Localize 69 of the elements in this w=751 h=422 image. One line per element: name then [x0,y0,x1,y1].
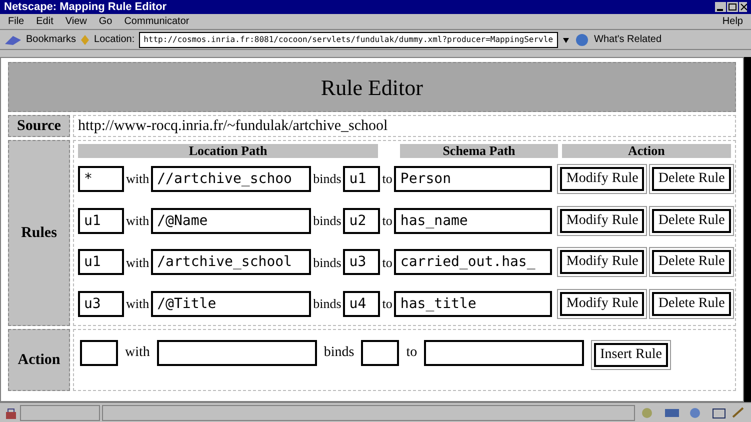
variable-field[interactable] [80,340,118,366]
modify-rule-button[interactable]: Modify Rule [560,250,644,274]
binding-field[interactable]: u1 [343,166,380,192]
field-label: to [381,254,394,272]
field-label: with [125,170,150,188]
modify-rule-button[interactable]: Modify Rule [560,166,644,191]
menu-item[interactable]: File [8,14,24,29]
path-field[interactable] [156,340,317,366]
schema-field[interactable]: has_name [394,208,552,234]
menu-item[interactable]: Go [98,14,112,29]
path-field[interactable]: /@Name [151,208,312,234]
minimize-icon[interactable] [715,2,726,12]
page-title: Rule Editor [320,74,423,102]
binding-field[interactable] [361,340,400,366]
variable-field[interactable]: * [78,166,124,192]
field-label: binds [312,295,342,314]
field-label: binds [322,344,356,362]
binding-field[interactable]: u2 [343,208,380,234]
delete-rule-button[interactable]: Delete Rule [652,292,731,316]
modify-rule-button[interactable]: Modify Rule [560,208,644,233]
lock-icon[interactable] [4,406,18,420]
menu-item[interactable]: View [65,14,87,29]
url-field[interactable]: http://cosmos.inria.fr:8081/cocoon/servlets/fundulak/dummy.xml?producer=MappingServle [138,32,558,48]
field-label: with [124,344,151,362]
column-header: Location Path [78,144,378,158]
insert-rule-button[interactable]: Insert Rule [594,343,668,367]
variable-field[interactable]: u1 [78,208,124,234]
menu-item[interactable]: Edit [36,14,54,29]
menu-item[interactable]: Communicator [124,14,190,29]
field-label: to [381,212,394,230]
delete-rule-button[interactable]: Delete Rule [652,166,731,191]
field-label: binds [312,254,342,272]
binding-field[interactable]: u4 [343,291,380,318]
delete-rule-button[interactable]: Delete Rule [652,208,731,233]
field-label: to [381,295,394,314]
location-icon [80,34,90,46]
variable-field[interactable]: u3 [78,291,124,318]
action-label: Action [18,350,60,370]
schema-field[interactable] [424,340,584,366]
field-label: to [405,344,418,362]
path-field[interactable]: //artchive_schoo [151,166,312,192]
rules-label: Rules [21,224,57,243]
path-field[interactable]: /artchive_school [151,249,312,276]
field-label: binds [312,170,342,188]
column-header: Action [562,144,731,158]
location-label: Location: [94,33,135,47]
binding-field[interactable]: u3 [343,249,380,276]
variable-field[interactable]: u1 [78,249,124,276]
field-label: to [381,170,394,188]
whats-related-button[interactable]: What's Related [594,32,662,47]
field-label: with [125,254,150,272]
schema-field[interactable]: has_title [394,291,552,318]
source-label: Source [17,116,61,136]
schema-field[interactable]: carried_out.has_ [394,249,552,276]
path-field[interactable]: /@Title [151,291,312,318]
delete-rule-button[interactable]: Delete Rule [652,250,731,274]
window-title: Netscape: Mapping Rule Editor [4,2,167,12]
bookmarks-button[interactable]: Bookmarks [26,32,76,47]
field-label: with [125,212,150,230]
bookmark-icon[interactable] [4,34,22,46]
modify-rule-button[interactable]: Modify Rule [560,292,644,316]
close-icon[interactable] [739,2,747,12]
schema-field[interactable]: Person [394,166,552,192]
field-label: with [125,295,150,314]
menu-item[interactable]: Help [722,14,743,29]
field-label: binds [312,212,342,230]
column-header: Schema Path [400,144,558,158]
maximize-icon[interactable] [727,2,738,12]
source-url: http://www-rocq.inria.fr/~fundulak/artchive_school [78,116,388,136]
